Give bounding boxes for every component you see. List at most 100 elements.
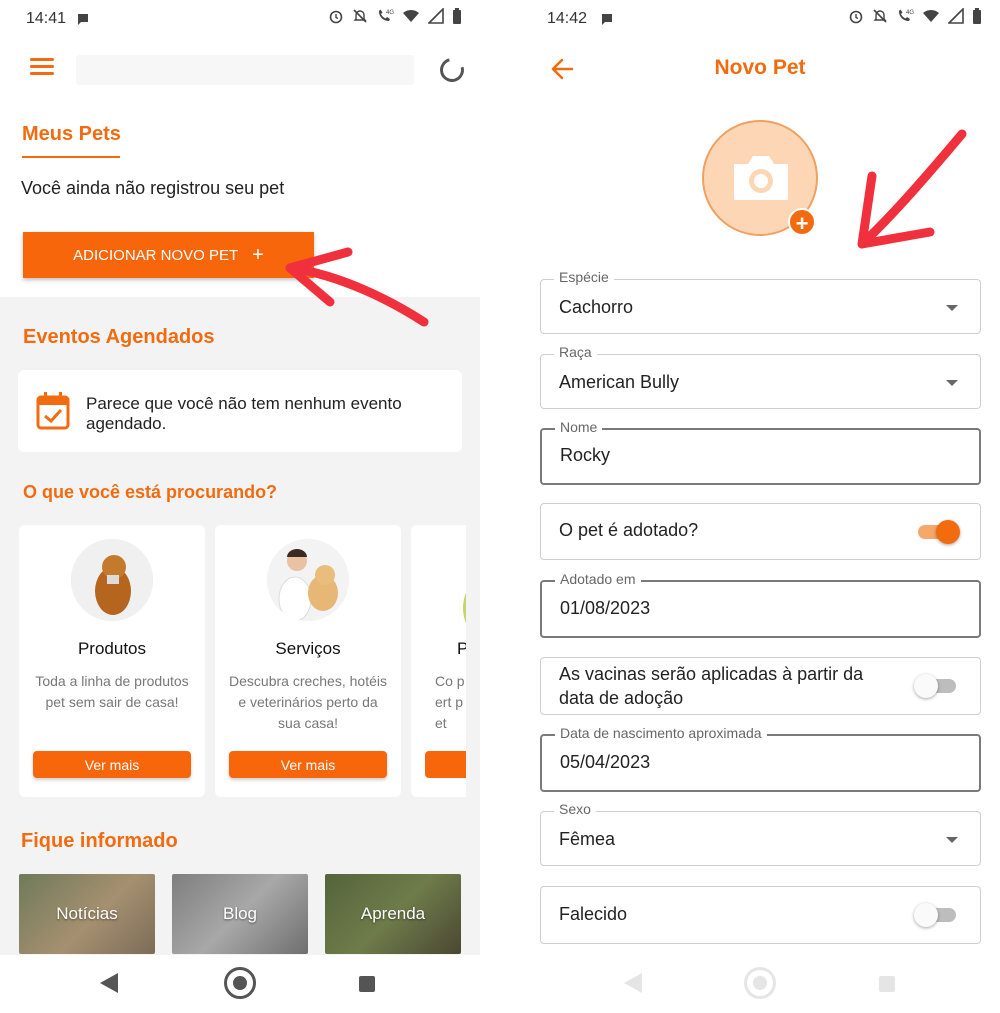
call-4g-icon: 4G <box>379 9 394 21</box>
breed-value: American Bully <box>559 372 680 392</box>
home-screen: 14:41 4G Meus Pets Você ainda não regist… <box>0 0 480 1013</box>
species-label: Espécie <box>554 269 614 285</box>
learn-tile-label: Aprenda <box>360 904 426 923</box>
status-time: 14:41 <box>26 10 67 27</box>
signal-icon <box>948 8 964 24</box>
mute-icon <box>353 9 367 23</box>
services-card[interactable]: Serviços Descubra creches, hotéis e vete… <box>215 525 401 797</box>
partial-card-title: P <box>457 639 466 658</box>
products-description: Toda a linha de produtos pet sem sair de… <box>35 673 189 710</box>
status-icons: 4G <box>848 8 982 24</box>
status-icons: 4G <box>328 8 462 24</box>
add-photo-icon[interactable]: + <box>788 208 816 236</box>
no-pets-text: Você ainda não registrou seu pet <box>21 178 285 198</box>
services-title: Serviços <box>275 639 341 658</box>
news-tile-label: Notícias <box>56 904 118 923</box>
my-pets-title: Meus Pets <box>22 123 121 145</box>
services-description: Descubra creches, hotéis e veterinários … <box>229 673 387 731</box>
mute-icon <box>873 9 887 23</box>
news-tile[interactable]: Notícias <box>19 874 155 954</box>
chevron-down-icon <box>946 837 958 843</box>
products-title: Produtos <box>77 639 147 658</box>
adopted-label: O pet é adotado? <box>559 520 699 540</box>
species-select[interactable]: Espécie Cachorro <box>540 269 981 334</box>
partial-card-viewport: P Co pert pet <box>411 525 466 797</box>
deceased-toggle[interactable] <box>914 903 956 927</box>
wifi-icon <box>923 9 939 22</box>
nav-bar <box>0 955 480 1013</box>
deceased-row: Falecido <box>540 886 981 944</box>
battery-icon <box>973 8 981 24</box>
name-label: Nome <box>555 419 603 435</box>
status-bar: 14:41 4G <box>0 0 480 40</box>
events-empty-card: Parece que você não tem nenhum evento ag… <box>18 370 462 452</box>
products-dog-image <box>71 539 153 621</box>
sex-select[interactable]: Sexo Fêmea <box>540 801 981 866</box>
svg-text:4G: 4G <box>906 10 914 16</box>
vaccines-label: As vacinas serão aplicadas à partir da d… <box>559 664 864 708</box>
products-card[interactable]: Produtos Toda a linha de produtos pet se… <box>19 525 205 797</box>
services-see-more-button[interactable]: Ver mais <box>229 751 387 778</box>
nav-recent-apps-icon[interactable] <box>879 976 895 992</box>
status-bar: 14:42 4G <box>520 0 1000 40</box>
call-4g-icon: 4G <box>899 9 914 21</box>
calendar-check-icon <box>36 392 70 430</box>
partial-card[interactable]: P Co pert pet <box>411 525 466 797</box>
sex-value: Fêmea <box>559 829 616 849</box>
nav-back-icon[interactable] <box>624 973 642 993</box>
products-see-more-button[interactable]: Ver mais <box>33 751 191 778</box>
nav-home-icon[interactable] <box>224 967 256 999</box>
status-time: 14:42 <box>547 10 588 27</box>
partial-card-description: Co pert pet <box>435 673 465 731</box>
signal-icon <box>428 8 444 24</box>
my-pets-underline <box>22 156 120 158</box>
breed-select[interactable]: Raça American Bully <box>540 344 981 409</box>
search-section-title: O que você está procurando? <box>23 482 278 502</box>
message-icon <box>78 14 88 25</box>
sex-label: Sexo <box>554 801 596 817</box>
species-value: Cachorro <box>559 297 634 317</box>
adopted-toggle[interactable] <box>918 520 960 544</box>
learn-tile[interactable]: Aprenda <box>325 874 461 954</box>
add-new-pet-button[interactable]: ADICIONAR NOVO PET + <box>23 232 314 278</box>
services-vet-image <box>267 539 349 621</box>
birth-date-value: 05/04/2023 <box>560 752 651 772</box>
nav-bar <box>520 955 1000 1013</box>
no-events-text: Parece que você não tem nenhum evento ag… <box>86 394 402 433</box>
top-search-placeholder <box>76 55 414 85</box>
add-new-pet-label: ADICIONAR NOVO PET <box>73 246 239 264</box>
loading-spinner-icon <box>435 53 469 87</box>
info-section-title: Fique informado <box>21 830 178 852</box>
nav-recent-apps-icon[interactable] <box>359 976 375 992</box>
vaccines-toggle[interactable] <box>914 674 956 698</box>
vaccines-row: As vacinas serão aplicadas à partir da d… <box>540 657 981 715</box>
birth-date-label: Data de nascimento aproximada <box>555 725 767 741</box>
adopted-row: O pet é adotado? <box>540 503 981 560</box>
message-icon <box>602 14 612 25</box>
nav-back-icon[interactable] <box>100 973 118 993</box>
breed-label: Raça <box>554 344 597 360</box>
partial-card-button[interactable] <box>425 751 466 778</box>
deceased-label: Falecido <box>559 904 628 924</box>
alarm-icon <box>329 10 343 24</box>
alarm-icon <box>849 10 863 24</box>
adopted-date-label: Adotado em <box>555 571 641 587</box>
nav-home-icon[interactable] <box>744 967 776 999</box>
annotation-arrow-icon <box>857 129 967 249</box>
events-title: Eventos Agendados <box>23 326 215 348</box>
menu-icon[interactable] <box>30 58 54 78</box>
adopted-date-field[interactable]: Adotado em 01/08/2023 <box>540 571 981 638</box>
plus-icon: + <box>252 243 264 266</box>
partial-card-image <box>463 567 466 649</box>
wifi-icon <box>403 9 419 22</box>
chevron-down-icon <box>946 305 958 311</box>
name-field[interactable]: Nome Rocky <box>540 419 981 485</box>
name-value: Rocky <box>560 445 611 465</box>
blog-tile[interactable]: Blog <box>172 874 308 954</box>
new-pet-screen: 14:42 4G Novo Pet + Espécie Cachorro Raç… <box>520 0 1000 1013</box>
birth-date-field[interactable]: Data de nascimento aproximada 05/04/2023 <box>540 725 981 792</box>
svg-text:4G: 4G <box>386 10 394 16</box>
battery-icon <box>453 8 461 24</box>
top-bar <box>0 50 480 90</box>
page-title: Novo Pet <box>714 56 806 79</box>
